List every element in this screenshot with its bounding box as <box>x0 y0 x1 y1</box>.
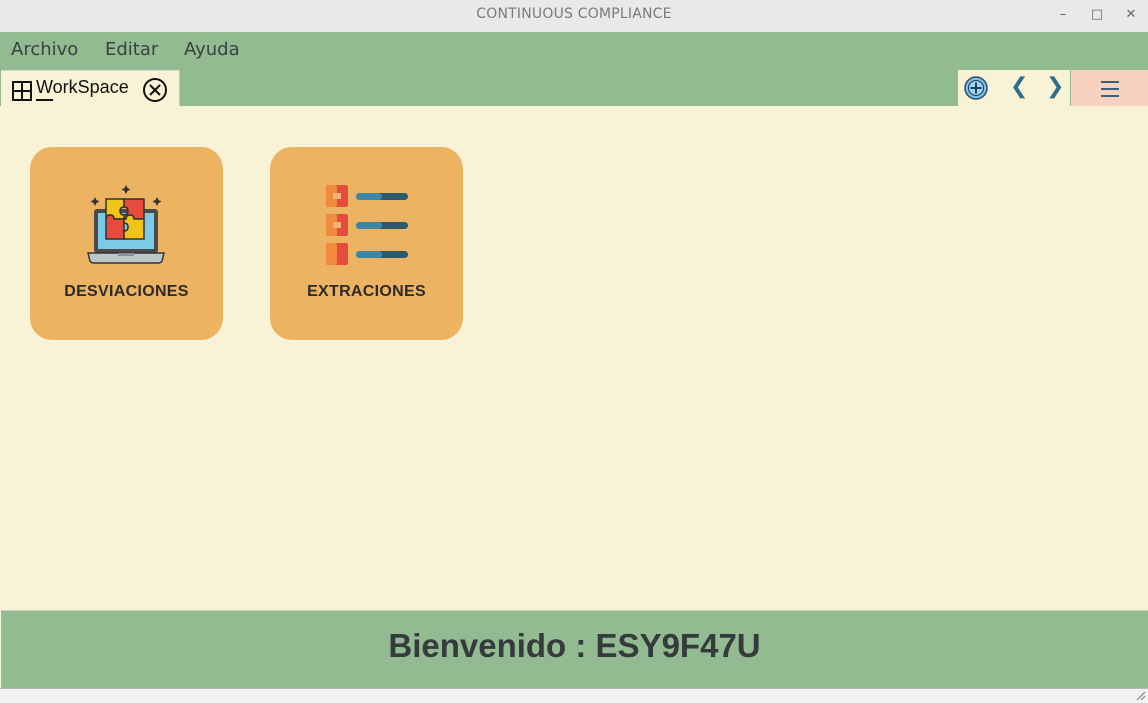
tile-desviaciones[interactable]: DESVIACIONES <box>30 147 223 340</box>
welcome-banner: Bienvenido : ESY9F47U <box>1 610 1148 688</box>
maximize-button[interactable]: □ <box>1086 3 1108 25</box>
menu-ayuda[interactable]: Ayuda <box>184 39 240 60</box>
hamburger-menu-button[interactable] <box>1071 70 1148 106</box>
menu-archivo[interactable]: Archivo <box>11 39 78 60</box>
tab-workspace[interactable]: WorkSpace <box>1 70 180 106</box>
next-tab-button[interactable]: ❯ <box>1046 74 1064 99</box>
close-window-button[interactable]: ✕ <box>1120 3 1142 25</box>
close-circle-icon[interactable] <box>143 78 167 102</box>
status-strip <box>0 688 1148 703</box>
previous-tab-button[interactable]: ❮ <box>1010 74 1028 99</box>
minimize-button[interactable]: – <box>1052 3 1074 25</box>
add-circle-icon[interactable] <box>964 76 988 100</box>
workspace-grid-icon <box>12 81 32 101</box>
tile-desviaciones-label: DESVIACIONES <box>64 283 189 300</box>
tab-navigation: ❮ ❯ <box>958 70 1070 106</box>
checklist-icon <box>326 185 408 265</box>
resize-grip-icon[interactable] <box>1134 689 1146 701</box>
tile-extracciones-label: EXTRACIONES <box>307 283 426 300</box>
window-titlebar: CONTINUOUS COMPLIANCE – □ ✕ <box>0 0 1148 32</box>
puzzle-laptop-icon <box>87 185 165 264</box>
welcome-text: Bienvenido : ESY9F47U <box>388 627 761 664</box>
menubar: Archivo Editar Ayuda <box>0 32 1148 70</box>
tab-bar: WorkSpace ❮ ❯ <box>0 70 1148 106</box>
mnemonic-underline <box>36 99 53 101</box>
tab-workspace-label: WorkSpace <box>36 77 129 97</box>
hamburger-menu-icon <box>1101 81 1119 97</box>
window-title: CONTINUOUS COMPLIANCE <box>476 6 672 22</box>
tile-extracciones[interactable]: EXTRACIONES <box>270 147 463 340</box>
menu-editar[interactable]: Editar <box>105 39 158 60</box>
